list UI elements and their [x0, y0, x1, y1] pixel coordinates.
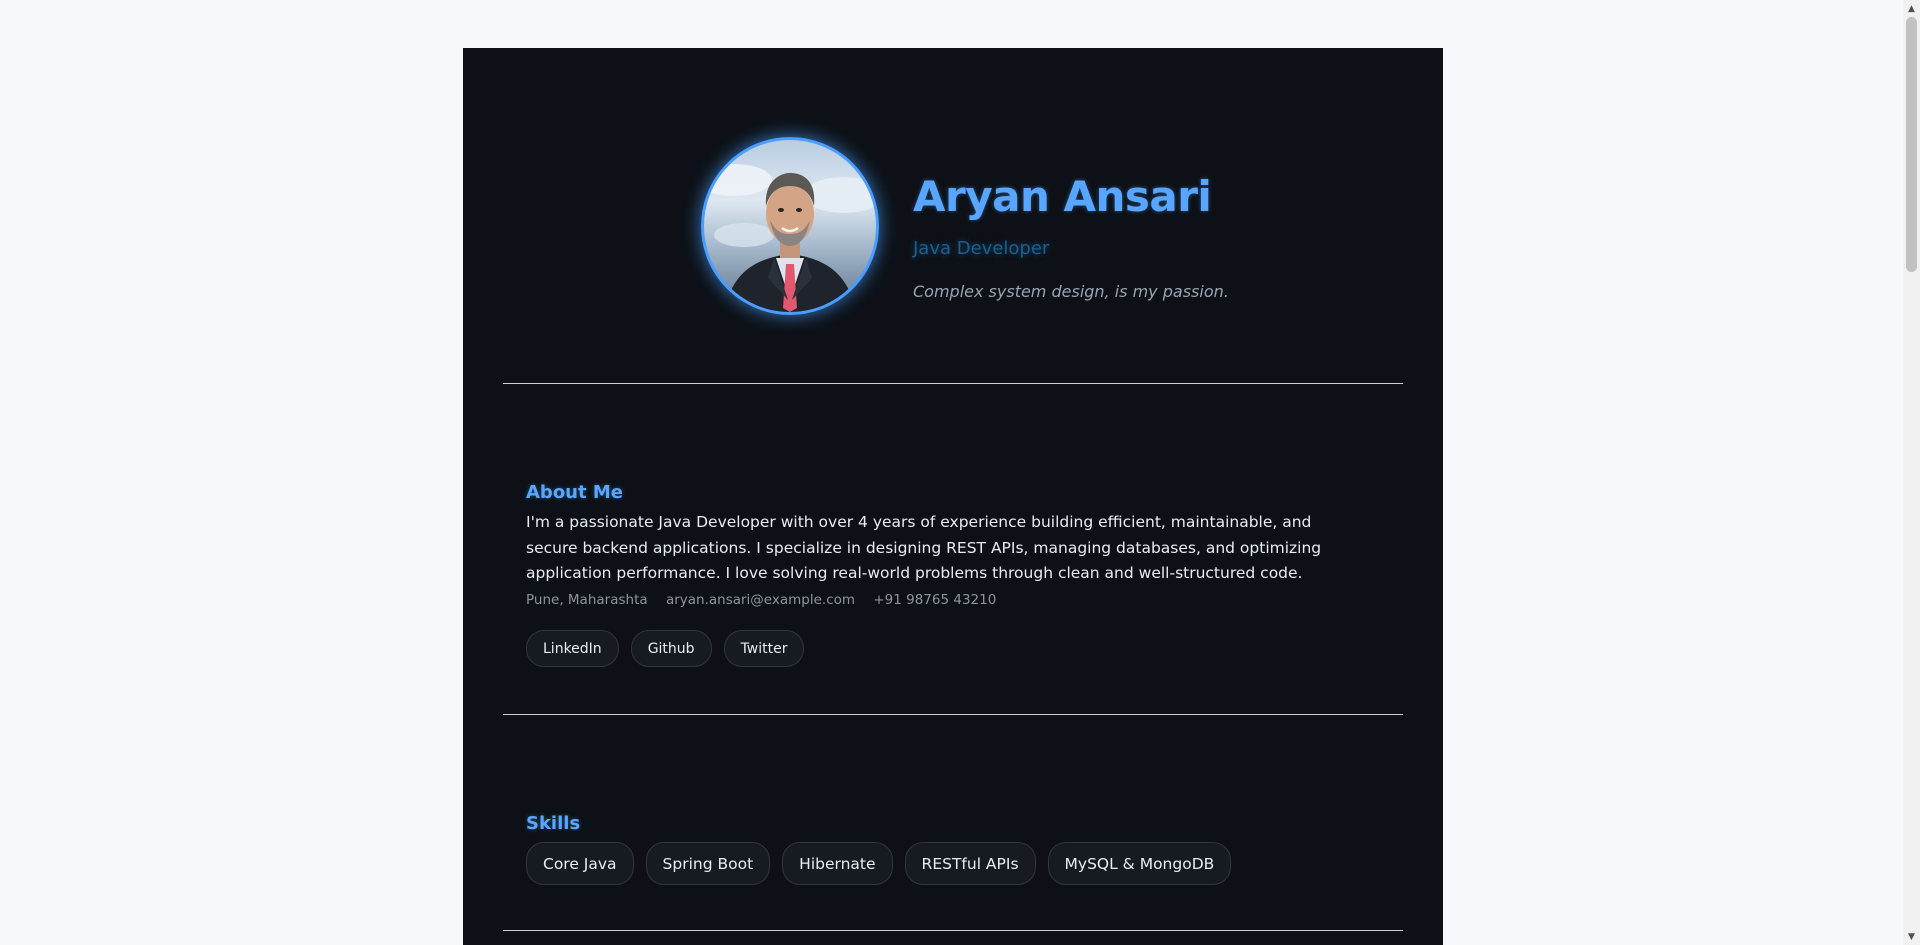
header-divider	[503, 383, 1403, 384]
twitter-link[interactable]: Twitter	[723, 630, 805, 667]
scroll-up-icon[interactable]: ▲	[1903, 0, 1920, 17]
profile-role: Java Developer	[913, 238, 1050, 259]
skill-tag: RESTful APIs	[904, 842, 1036, 885]
scrollbar-thumb[interactable]	[1906, 17, 1917, 272]
skills-list: Core Java Spring Boot Hibernate RESTful …	[526, 842, 1232, 885]
skill-tag: Core Java	[526, 842, 634, 885]
skills-divider	[503, 930, 1403, 931]
skill-tag: Hibernate	[782, 842, 893, 885]
vertical-scrollbar[interactable]: ▲ ▼	[1903, 0, 1920, 945]
contact-email: aryan.ansari@example.com	[665, 592, 856, 608]
skill-tag: MySQL & MongoDB	[1047, 842, 1232, 885]
github-link[interactable]: Github	[630, 630, 712, 667]
contact-location: Pune, Maharashta	[526, 592, 648, 608]
profile-avatar	[701, 137, 879, 315]
resume-card: Aryan Ansari Java Developer Complex syst…	[463, 48, 1443, 945]
profile-name: Aryan Ansari	[913, 172, 1212, 221]
linkedin-link[interactable]: LinkedIn	[526, 630, 619, 667]
skills-title: Skills	[526, 813, 581, 834]
scroll-down-icon[interactable]: ▼	[1903, 928, 1920, 945]
contact-phone: +91 98765 43210	[873, 592, 997, 608]
profile-photo	[704, 164, 876, 312]
contact-info: Pune, Maharashta aryan.ansari@example.co…	[526, 592, 1010, 608]
profile-tagline: Complex system design, is my passion.	[913, 282, 1229, 301]
skill-tag: Spring Boot	[645, 842, 771, 885]
about-title: About Me	[526, 482, 623, 503]
social-links: LinkedIn Github Twitter	[526, 630, 805, 667]
about-divider	[503, 714, 1403, 715]
about-text: I'm a passionate Java Developer with ove…	[526, 513, 1322, 582]
